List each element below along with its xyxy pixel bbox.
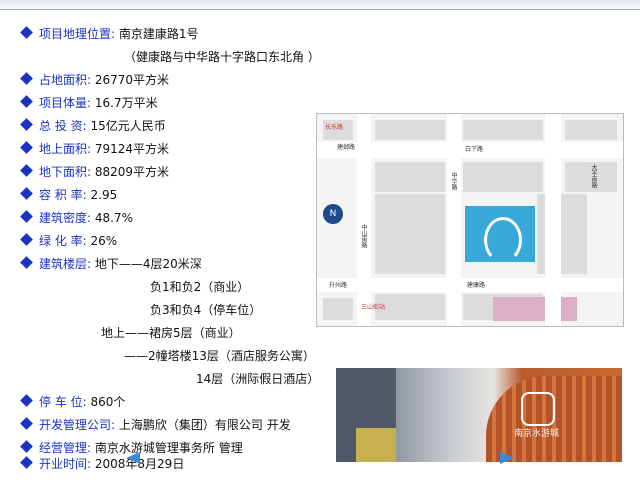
floor-hotel: 14层（洲际假日酒店） bbox=[196, 372, 320, 386]
item-green-ratio: 绿 化 率: 26% bbox=[20, 233, 117, 249]
item-above-ground-area: 地上面积: 79124平方米 bbox=[20, 141, 169, 157]
floor-above: 地上——裙房5层（商业） bbox=[101, 326, 241, 340]
building-photo: 南京水游城 bbox=[336, 368, 622, 462]
bullet-icon bbox=[20, 26, 33, 39]
bullet-icon bbox=[20, 394, 33, 407]
item-opening: 开业时间: 2008年8月29日 bbox=[20, 456, 184, 472]
bullet-icon bbox=[20, 233, 33, 246]
item-parking: 停 车 位: 860个 bbox=[20, 394, 125, 410]
top-divider bbox=[0, 9, 640, 10]
bullet-icon bbox=[20, 95, 33, 108]
north-arrow-icon: N bbox=[323, 204, 343, 224]
logo-icon bbox=[521, 392, 555, 426]
item-land-area: 占地面积: 26770平方米 bbox=[20, 72, 169, 88]
item-floors: 建筑楼层: 地下——4层20米深 bbox=[20, 256, 202, 272]
item-developer: 开发管理公司: 上海鹏欣（集团）有限公司 开发 bbox=[20, 417, 291, 433]
bullet-icon bbox=[20, 256, 33, 269]
bullet-icon bbox=[20, 164, 33, 177]
item-management: 经营管理: 南京水游城管理事务所 管理 bbox=[20, 440, 243, 456]
item-location: 项目地理位置: 南京建康路1号 bbox=[20, 26, 199, 42]
item-plot-ratio: 容 积 率: 2.95 bbox=[20, 187, 117, 203]
item-building-density: 建筑密度: 48.7% bbox=[20, 210, 133, 226]
bullet-icon bbox=[20, 456, 33, 469]
floor-towers: ——2幢塔楼13层（酒店服务公寓） bbox=[124, 349, 315, 363]
bullet-icon bbox=[20, 417, 33, 430]
bullet-icon bbox=[20, 187, 33, 200]
address-note: （健康路与中华路十字路口东北角 ） bbox=[124, 50, 320, 64]
item-investment: 总 投 资: 15亿元人民币 bbox=[20, 118, 166, 134]
item-volume: 项目体量: 16.7万平米 bbox=[20, 95, 158, 111]
bullet-icon bbox=[20, 440, 33, 453]
bullet-icon bbox=[20, 118, 33, 131]
item-underground-area: 地下面积: 88209平方米 bbox=[20, 164, 169, 180]
floor-b3b4: 负3和负4（停车位） bbox=[150, 303, 262, 317]
location-map: N 长乐路 建邺路 白下路 中华路 中山南路 升州路 建康路 大平南路 三山街站 bbox=[316, 113, 624, 327]
floor-b1b2: 负1和负2（商业） bbox=[150, 280, 250, 294]
bullet-icon bbox=[20, 210, 33, 223]
bullet-icon bbox=[20, 141, 33, 154]
bullet-icon bbox=[20, 72, 33, 85]
